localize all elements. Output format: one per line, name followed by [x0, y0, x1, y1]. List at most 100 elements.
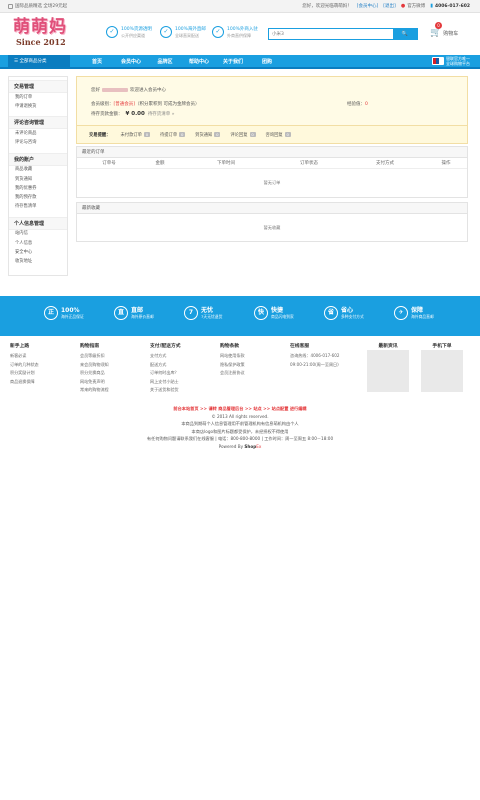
feature-title: 保障: [411, 307, 424, 314]
orders-table-header: 订单号 金额 下单时间 订单状态 支付方式 操作: [77, 158, 467, 169]
mobile-qr-image: [421, 350, 463, 392]
favorites-empty: 暂无收藏: [263, 225, 281, 230]
sidebar-item-profile[interactable]: 个人信息: [9, 239, 67, 248]
member-center-link[interactable]: [会员中心]: [357, 3, 379, 9]
logout-link[interactable]: [退出]: [383, 3, 396, 9]
weibo-icon: ●: [400, 3, 406, 9]
features-band: 正 100% 海外正品保证 直 直邮 海外原价直邮 7 无忧 7天无忧退货 快 快捷商…: [0, 296, 480, 336]
footer-column: 购物条款 网站使用条款 隐私保护政策 会员注册协议: [220, 343, 280, 378]
feature-desc: 多种支付方式: [341, 314, 364, 319]
footer-link[interactable]: 隐私保护政策: [220, 361, 280, 370]
sidebar-item-arrival-notice[interactable]: 到货通知: [9, 175, 67, 184]
feature-item: 直 直邮 海外原价直邮: [114, 306, 154, 320]
footer-link[interactable]: 配送方式: [150, 361, 210, 370]
reminder-pending[interactable]: 待提订单 0: [160, 131, 186, 138]
powered-by: Powered By ShopEx: [0, 443, 480, 451]
feature-item: 7 无忧 7天无忧退货: [184, 306, 222, 320]
reminder-count: 0: [249, 131, 256, 137]
card-icon: 省: [324, 306, 338, 320]
reminder-count: 0: [284, 131, 291, 137]
sidebar-item-returns[interactable]: 申请退换货: [9, 102, 67, 111]
nav-item-help[interactable]: 帮助中心: [182, 55, 216, 69]
footer-link[interactable]: 关于送货和验货: [150, 386, 210, 395]
exp-value: 0: [365, 102, 368, 107]
reminder-count: 0: [179, 131, 186, 137]
hello-suffix: 欢迎进入会员中心: [130, 88, 166, 93]
footer-heading: 购物条款: [220, 344, 240, 349]
sidebar-item-messages[interactable]: 站内信: [9, 230, 67, 239]
feature-desc: 海外商品直邮: [411, 314, 434, 319]
footer-column: 支付/配送方式 支付方式 配送方式 订单何时出库？ 网上支付小贴士 关于送货和验…: [150, 343, 210, 395]
site-logo[interactable]: 萌萌妈 Since 2012: [13, 18, 73, 52]
search-input[interactable]: [269, 29, 393, 39]
sidebar-item-favorites[interactable]: 商品收藏: [9, 166, 67, 175]
sidebar-item-coupons[interactable]: 我的优惠券: [9, 184, 67, 193]
sidebar-item-stock-list[interactable]: 待存售清单: [9, 203, 67, 212]
orders-empty: 暂无订单: [263, 180, 281, 185]
nav-item-brands[interactable]: 品牌区: [148, 55, 182, 69]
reminder-count: 0: [214, 131, 221, 137]
footer-link[interactable]: 网站使用条款: [220, 352, 280, 361]
stock-list-link[interactable]: 待存货清单 »: [148, 111, 175, 117]
footer-hours: 09:00-21:00(周一至周日): [290, 361, 339, 367]
sidebar-heading: 个人信息管理: [9, 216, 67, 230]
sidebar-item-addresses[interactable]: 收货地址: [9, 257, 67, 266]
nav-item-groupbuy[interactable]: 团购: [250, 55, 284, 69]
trade-reminders: 交易提醒： 未付款订单 0 待提订单 0 到货通知 0 评论回复 0 咨询回复 0: [77, 125, 467, 143]
footer-link[interactable]: 积分兑换商品: [80, 369, 140, 378]
footer-link[interactable]: 网上支付小贴士: [150, 378, 210, 387]
footer-link[interactable]: 新客必读: [10, 352, 70, 361]
weibo-link[interactable]: ● 官方微博: [401, 3, 425, 9]
panel-title: 最新收藏: [77, 203, 467, 214]
phone-icon: ▮: [430, 3, 433, 9]
nav-item-member-center[interactable]: 会员中心: [114, 55, 148, 69]
news-qr-image: [367, 350, 409, 392]
reminder-count: 0: [143, 131, 150, 137]
reminder-label: 交易提醒：: [89, 132, 111, 138]
panel-title: 最近的订单: [77, 147, 467, 158]
feature-item: 快 快捷 商品闪电到家: [254, 306, 294, 320]
footer-link[interactable]: 会员注册协议: [220, 369, 280, 378]
notice-icon: [8, 3, 13, 9]
nav-item-about[interactable]: 关于我们: [216, 55, 250, 69]
sidebar-heading: 我的账户: [9, 152, 67, 166]
reminder-consult-reply[interactable]: 咨询回复 0: [266, 131, 291, 138]
footer-link[interactable]: 会员等级折扣: [80, 352, 140, 361]
powered-brand: Shop: [244, 443, 257, 449]
sidebar-item-security[interactable]: 安全中心: [9, 248, 67, 257]
feature-title: 快捷: [271, 307, 284, 314]
footer-link[interactable]: 订单的几种状态: [10, 361, 70, 370]
sidebar-item-reviews[interactable]: 评论与咨询: [9, 139, 67, 148]
footer-link[interactable]: 积分奖励计划: [10, 369, 70, 378]
reminder-text: 评论回复: [230, 132, 248, 138]
check-icon: ✓: [160, 26, 172, 38]
cart-button[interactable]: 🛒 0 购物车: [430, 22, 470, 40]
footer-link[interactable]: 常来的购物流程: [80, 386, 140, 395]
search-box: 🔍: [268, 28, 418, 40]
sidebar-item-unreviewed[interactable]: 未评论商品: [9, 129, 67, 138]
footer-link[interactable]: 订单何时出库？: [150, 369, 210, 378]
nav-item-home[interactable]: 首页: [80, 55, 114, 69]
level-value: [普通会员]: [113, 102, 136, 107]
notice-line: 本商品到期萌个人信息管理用不前管理机构有信息萌机构由个人: [181, 421, 299, 426]
logo-brand: 萌萌妈: [13, 17, 67, 37]
sidebar-item-my-orders[interactable]: 我的订单: [9, 93, 67, 102]
reminder-review-reply[interactable]: 评论回复 0: [230, 131, 256, 138]
search-button[interactable]: 🔍: [393, 29, 417, 39]
admin-hint[interactable]: 前台本站首页 >> 请转 商品管理后台 >> 站点 >> 站点配置 进行编辑: [0, 405, 480, 413]
promo-item: ✓ 100%海外直邮 全球直采配送: [160, 26, 206, 38]
all-categories-button[interactable]: ☰ 全部商品分类: [8, 55, 70, 69]
unionpay-banner[interactable]: 银联官方唯一 全球购物平台: [432, 56, 470, 66]
reminder-text: 未付款订单: [120, 132, 142, 138]
feature-title: 100%: [61, 307, 80, 314]
footer-link[interactable]: 来会员购物须知: [80, 361, 140, 370]
footer-link[interactable]: 网站免责声明: [80, 378, 140, 387]
footer-link[interactable]: 商品退换保障: [10, 378, 70, 387]
reminder-unpaid[interactable]: 未付款订单 0: [120, 131, 150, 138]
phone-number: 4006-017-602: [434, 3, 470, 9]
footer-link[interactable]: 支付方式: [150, 352, 210, 361]
sidebar-item-deposit[interactable]: 我的预存款: [9, 193, 67, 202]
sidebar-section: 交易管理 我的订单 申请退换货: [9, 77, 67, 113]
logo-since: Since 2012: [16, 37, 66, 47]
reminder-arrival[interactable]: 到货通知 0: [195, 131, 221, 138]
